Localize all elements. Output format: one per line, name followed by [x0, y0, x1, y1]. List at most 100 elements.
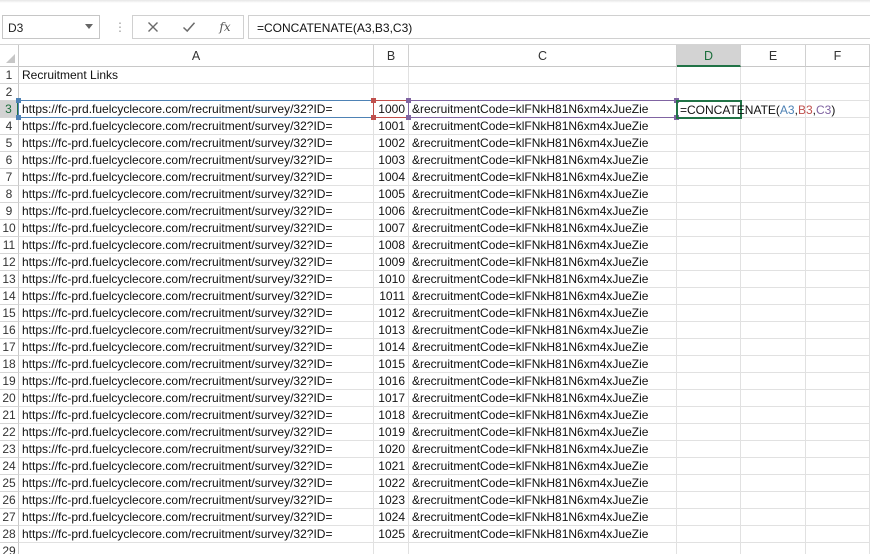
cell-d23[interactable]	[677, 441, 741, 458]
cell-a14[interactable]: https://fc-prd.fuelcyclecore.com/recruit…	[19, 288, 374, 305]
cell-b21[interactable]: 1018	[374, 407, 409, 424]
cell-a4[interactable]: https://fc-prd.fuelcyclecore.com/recruit…	[19, 118, 374, 135]
row-header-21[interactable]: 21	[0, 407, 19, 424]
cell-d19[interactable]	[677, 373, 741, 390]
row-header-22[interactable]: 22	[0, 424, 19, 441]
cell-d27[interactable]	[677, 509, 741, 526]
cell-d13[interactable]	[677, 271, 741, 288]
cell-c24[interactable]: &recruitmentCode=klFNkH81N6xm4xJueZie	[409, 458, 677, 475]
cell-e8[interactable]	[741, 186, 806, 203]
cell-c8[interactable]: &recruitmentCode=klFNkH81N6xm4xJueZie	[409, 186, 677, 203]
row-header-12[interactable]: 12	[0, 254, 19, 271]
chevron-down-icon[interactable]	[85, 24, 93, 29]
name-box[interactable]: D3	[2, 15, 100, 39]
enter-formula-button[interactable]	[171, 16, 207, 38]
row-header-4[interactable]: 4	[0, 118, 19, 135]
cell-f10[interactable]	[806, 220, 870, 237]
cell-f12[interactable]	[806, 254, 870, 271]
cell-b9[interactable]: 1006	[374, 203, 409, 220]
cell-b28[interactable]: 1025	[374, 526, 409, 543]
cell-a3[interactable]: https://fc-prd.fuelcyclecore.com/recruit…	[19, 101, 374, 118]
cell-d26[interactable]	[677, 492, 741, 509]
cell-c10[interactable]: &recruitmentCode=klFNkH81N6xm4xJueZie	[409, 220, 677, 237]
cell-c25[interactable]: &recruitmentCode=klFNkH81N6xm4xJueZie	[409, 475, 677, 492]
row-header-29[interactable]: 29	[0, 543, 19, 554]
cell-b1[interactable]	[374, 67, 409, 84]
cell-e22[interactable]	[741, 424, 806, 441]
cell-c1[interactable]	[409, 67, 677, 84]
cell-c17[interactable]: &recruitmentCode=klFNkH81N6xm4xJueZie	[409, 339, 677, 356]
cell-d21[interactable]	[677, 407, 741, 424]
column-header-a[interactable]: A	[19, 45, 374, 67]
reference-resize-handle[interactable]	[16, 98, 21, 103]
row-header-9[interactable]: 9	[0, 203, 19, 220]
formula-bar-grip-icon[interactable]: ⋮	[114, 21, 126, 33]
cell-b2[interactable]	[374, 84, 409, 101]
cell-d4[interactable]	[677, 118, 741, 135]
cell-e4[interactable]	[741, 118, 806, 135]
cell-e1[interactable]	[741, 67, 806, 84]
cell-e11[interactable]	[741, 237, 806, 254]
cell-d10[interactable]	[677, 220, 741, 237]
cell-b16[interactable]: 1013	[374, 322, 409, 339]
cell-a27[interactable]: https://fc-prd.fuelcyclecore.com/recruit…	[19, 509, 374, 526]
cell-b3[interactable]: 1000	[374, 101, 409, 118]
cell-d3-formula-text[interactable]: =CONCATENATE(A3,B3,C3)	[680, 102, 835, 118]
cell-d18[interactable]	[677, 356, 741, 373]
cell-d28[interactable]	[677, 526, 741, 543]
cell-b25[interactable]: 1022	[374, 475, 409, 492]
cell-d29[interactable]	[677, 543, 741, 554]
cell-c20[interactable]: &recruitmentCode=klFNkH81N6xm4xJueZie	[409, 390, 677, 407]
row-header-27[interactable]: 27	[0, 509, 19, 526]
cell-d11[interactable]	[677, 237, 741, 254]
cell-c13[interactable]: &recruitmentCode=klFNkH81N6xm4xJueZie	[409, 271, 677, 288]
cell-e21[interactable]	[741, 407, 806, 424]
column-header-b[interactable]: B	[374, 45, 409, 67]
cell-c9[interactable]: &recruitmentCode=klFNkH81N6xm4xJueZie	[409, 203, 677, 220]
row-header-14[interactable]: 14	[0, 288, 19, 305]
cell-f24[interactable]	[806, 458, 870, 475]
cell-e23[interactable]	[741, 441, 806, 458]
cell-d9[interactable]	[677, 203, 741, 220]
cell-b6[interactable]: 1003	[374, 152, 409, 169]
cell-b10[interactable]: 1007	[374, 220, 409, 237]
cell-a19[interactable]: https://fc-prd.fuelcyclecore.com/recruit…	[19, 373, 374, 390]
column-header-e[interactable]: E	[741, 45, 806, 67]
cell-f27[interactable]	[806, 509, 870, 526]
cell-b29[interactable]	[374, 543, 409, 554]
cell-f15[interactable]	[806, 305, 870, 322]
row-header-6[interactable]: 6	[0, 152, 19, 169]
cell-b22[interactable]: 1019	[374, 424, 409, 441]
cell-f21[interactable]	[806, 407, 870, 424]
formula-input[interactable]: =CONCATENATE(A3,B3,C3)	[248, 15, 870, 39]
cell-a24[interactable]: https://fc-prd.fuelcyclecore.com/recruit…	[19, 458, 374, 475]
cell-e6[interactable]	[741, 152, 806, 169]
row-header-15[interactable]: 15	[0, 305, 19, 322]
reference-resize-handle[interactable]	[674, 115, 679, 120]
cell-c15[interactable]: &recruitmentCode=klFNkH81N6xm4xJueZie	[409, 305, 677, 322]
cell-b20[interactable]: 1017	[374, 390, 409, 407]
cell-f1[interactable]	[806, 67, 870, 84]
cell-b18[interactable]: 1015	[374, 356, 409, 373]
cell-b12[interactable]: 1009	[374, 254, 409, 271]
cell-c21[interactable]: &recruitmentCode=klFNkH81N6xm4xJueZie	[409, 407, 677, 424]
cell-c28[interactable]: &recruitmentCode=klFNkH81N6xm4xJueZie	[409, 526, 677, 543]
cell-a2[interactable]	[19, 84, 374, 101]
cell-b24[interactable]: 1021	[374, 458, 409, 475]
cell-a5[interactable]: https://fc-prd.fuelcyclecore.com/recruit…	[19, 135, 374, 152]
cell-b4[interactable]: 1001	[374, 118, 409, 135]
cell-e12[interactable]	[741, 254, 806, 271]
row-header-25[interactable]: 25	[0, 475, 19, 492]
cell-f6[interactable]	[806, 152, 870, 169]
row-header-19[interactable]: 19	[0, 373, 19, 390]
cell-b14[interactable]: 1011	[374, 288, 409, 305]
cell-e19[interactable]	[741, 373, 806, 390]
cell-c12[interactable]: &recruitmentCode=klFNkH81N6xm4xJueZie	[409, 254, 677, 271]
cell-e5[interactable]	[741, 135, 806, 152]
cell-e26[interactable]	[741, 492, 806, 509]
cell-e9[interactable]	[741, 203, 806, 220]
cell-f13[interactable]	[806, 271, 870, 288]
reference-resize-handle[interactable]	[371, 115, 376, 120]
cell-b19[interactable]: 1016	[374, 373, 409, 390]
cell-a12[interactable]: https://fc-prd.fuelcyclecore.com/recruit…	[19, 254, 374, 271]
